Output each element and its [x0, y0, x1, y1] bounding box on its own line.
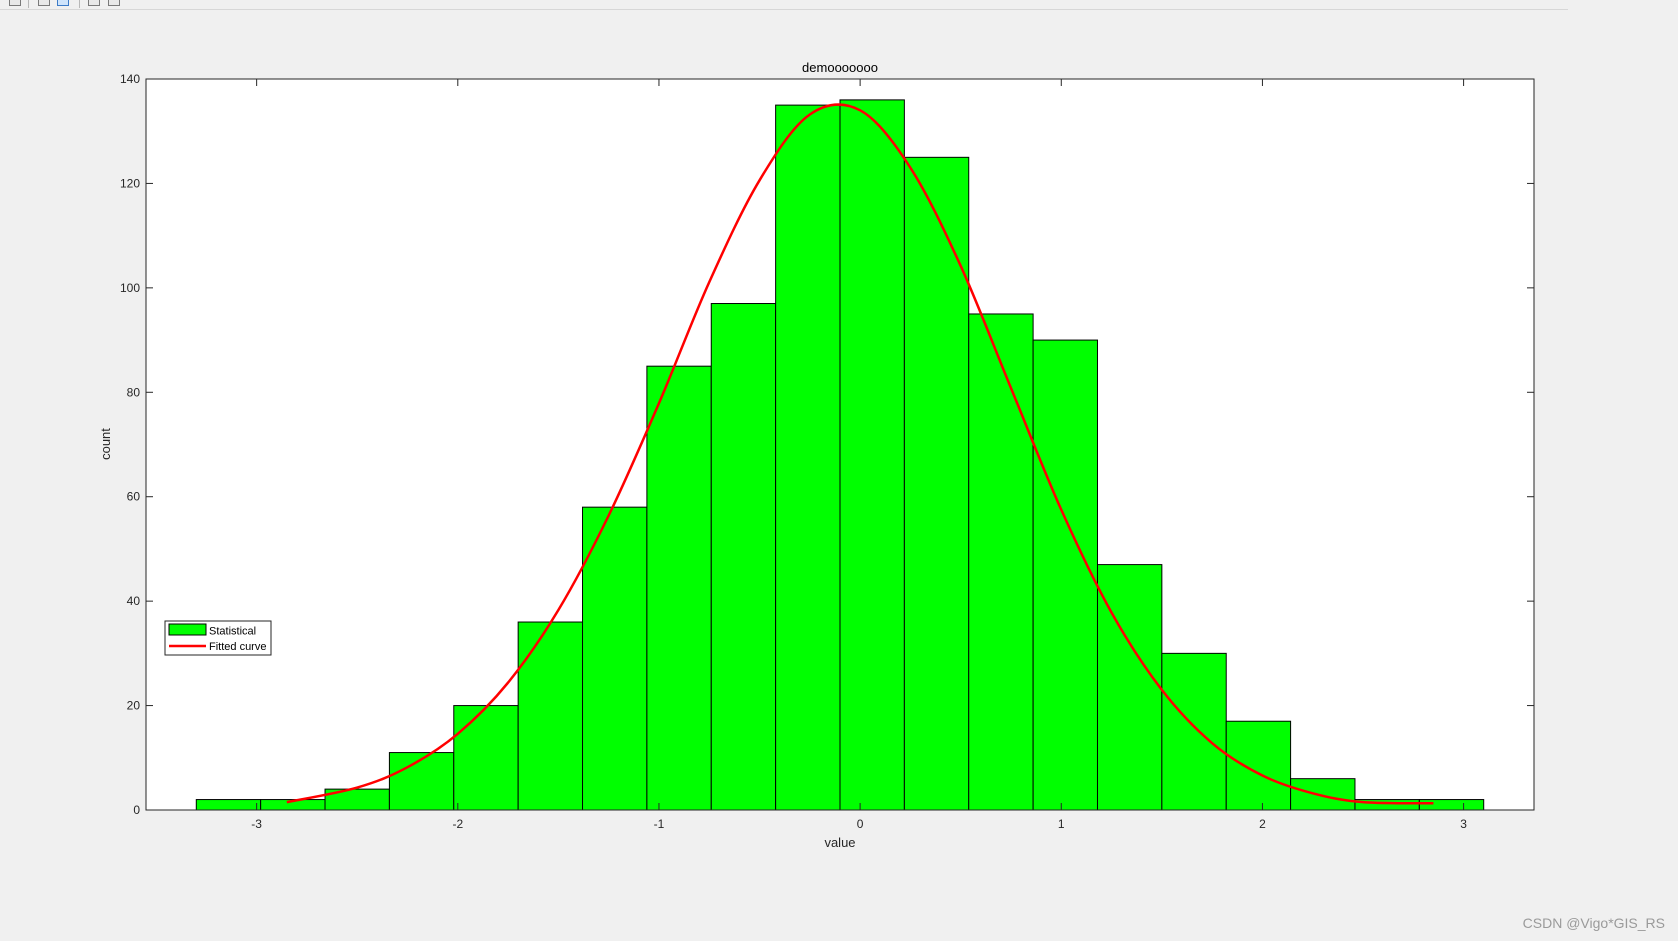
y-tick-label: 80 [127, 385, 141, 399]
histogram-bar [1418, 799, 1485, 811]
histogram-bar [582, 506, 648, 811]
y-tick-label: 100 [120, 281, 140, 295]
y-tick-label: 40 [127, 594, 141, 608]
histogram-bar [1225, 720, 1292, 811]
histogram-bar [1096, 564, 1163, 811]
legend[interactable]: Statistical Fitted curve [164, 620, 272, 656]
histogram-bar [1032, 339, 1098, 811]
y-tick-label: 140 [120, 72, 140, 86]
y-tick-label: 0 [133, 803, 140, 817]
x-tick-label: 2 [1259, 817, 1266, 831]
histogram-bar [903, 156, 970, 811]
x-tick-label: 0 [857, 817, 864, 831]
histogram-bar [968, 313, 1034, 811]
histogram-bar [453, 705, 519, 811]
histogram-bar [1290, 778, 1356, 811]
histogram-bar [839, 99, 905, 811]
histogram-bar [1161, 652, 1227, 811]
histogram-bar [517, 621, 584, 811]
x-tick-label: 1 [1058, 817, 1065, 831]
watermark: CSDN @Vigo*GIS_RS [1522, 915, 1665, 931]
x-tick-label: -3 [251, 817, 262, 831]
histogram-bar [195, 799, 262, 811]
y-axis-label: count [98, 428, 113, 460]
x-axis-label: value [824, 835, 855, 850]
histogram-bar [388, 752, 455, 811]
y-tick-label: 120 [120, 176, 140, 190]
y-tick-label: 20 [127, 699, 141, 713]
legend-label-statistical: Statistical [209, 626, 256, 638]
legend-swatch-statistical [168, 623, 207, 636]
x-tick-label: -2 [452, 817, 463, 831]
x-tick-label: -1 [654, 817, 665, 831]
histogram-bar [710, 303, 777, 811]
histogram-bar [775, 104, 841, 811]
y-tick-label: 60 [127, 490, 141, 504]
histogram-chart: -3 -2 -1 0 1 2 3020406080100120140 demooooooo … [98, 60, 1535, 850]
chart-title: demooooooo [802, 60, 878, 75]
x-tick-label: 3 [1460, 817, 1467, 831]
histogram-bar [646, 365, 712, 811]
legend-label-fitted-curve: Fitted curve [209, 641, 266, 653]
